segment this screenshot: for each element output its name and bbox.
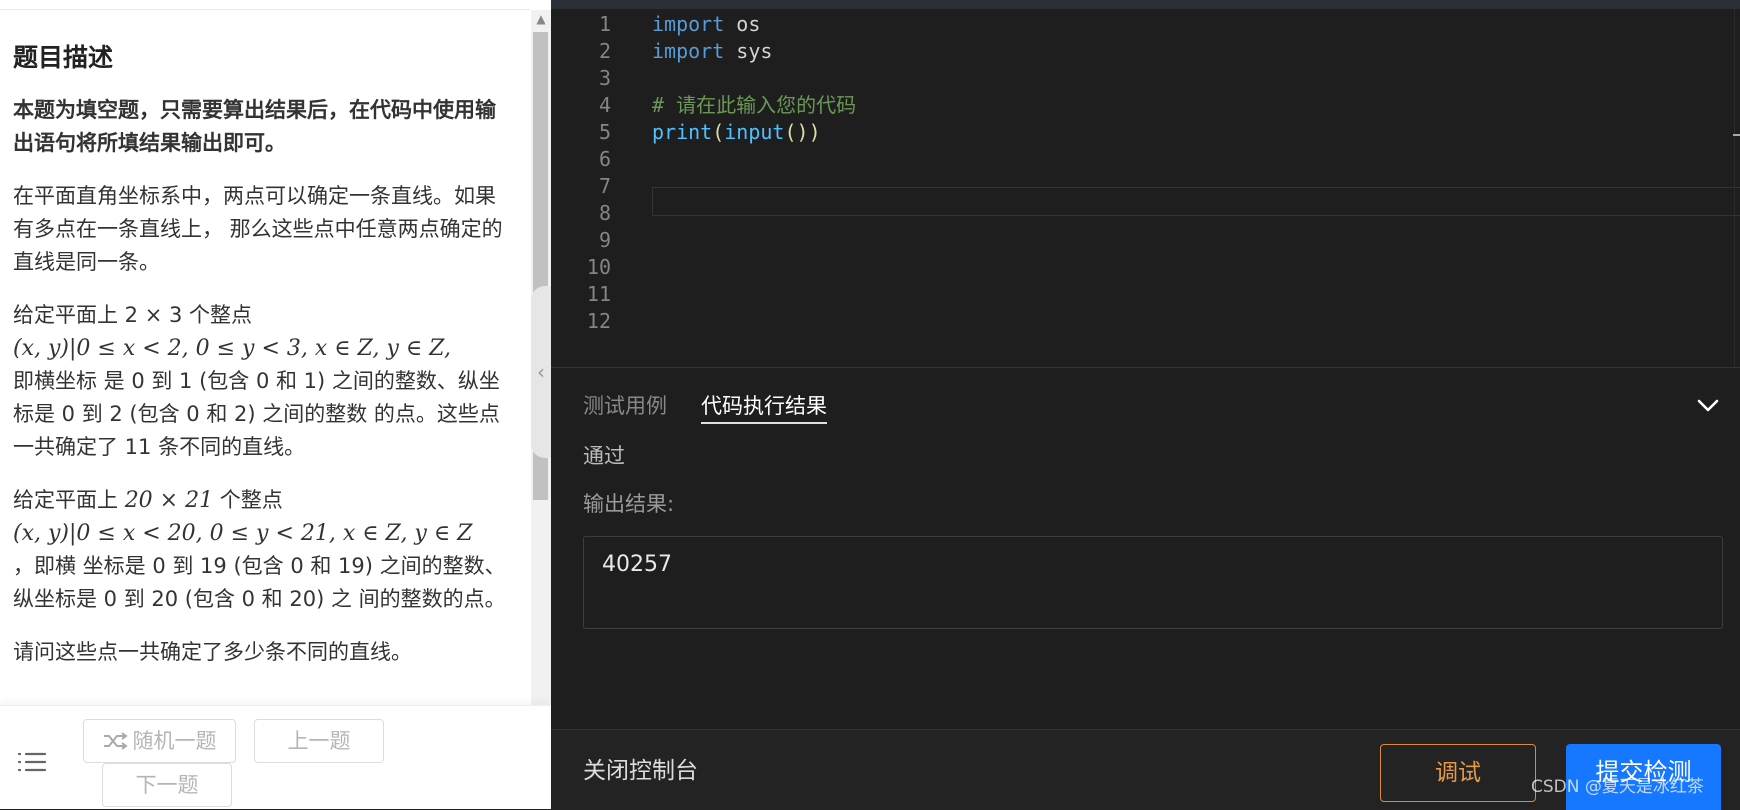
line-number: 4: [598, 93, 611, 117]
code-line[interactable]: 5 print(input()): [551, 117, 1740, 147]
problem-panel: 题目描述 本题为填空题，只需要算出结果后，在代码中使用输出语句将所填结果输出即可…: [0, 0, 551, 809]
code-line[interactable]: 4 # 请在此输入您的代码: [551, 90, 1740, 120]
code-text: import os: [652, 9, 760, 39]
code-line[interactable]: 3: [551, 63, 1740, 93]
line-number: 11: [586, 282, 611, 306]
code-token: import: [652, 12, 725, 36]
code-text: print(input()): [652, 117, 821, 147]
tab-testcase[interactable]: 测试用例: [583, 390, 667, 422]
shuffle-icon: [103, 732, 128, 750]
scroll-up-arrow-icon[interactable]: ▲: [534, 12, 548, 26]
code-line[interactable]: 11: [551, 279, 1740, 309]
code-token: print: [652, 120, 713, 144]
code-line[interactable]: 8: [551, 198, 1740, 228]
problem-paragraph-2: 给定平面上 2 × 3 个整点 (x, y)|0 ≤ x < 2, 0 ≤ y …: [13, 299, 510, 464]
close-console-button[interactable]: 关闭控制台: [583, 755, 698, 787]
problem-nav-footer: 随机一题 上一题 下一题: [0, 705, 551, 809]
para2-intro: 给定平面上 2 × 3 个整点: [13, 303, 253, 327]
problem-paragraph-3: 给定平面上 20 × 21 个整点 (x, y)|0 ≤ x < 20, 0 ≤…: [13, 484, 510, 616]
code-token: import: [652, 39, 725, 63]
tab-execution-result[interactable]: 代码执行结果: [701, 390, 827, 424]
line-number: 12: [586, 309, 611, 333]
line-number: 2: [598, 39, 611, 63]
code-token: sys: [724, 39, 773, 63]
para3-intro-2: 个整点: [219, 488, 283, 512]
prev-problem-button[interactable]: 上一题: [254, 719, 384, 763]
code-editor[interactable]: 1 import os 2 import sys 3 4 # 请在此输入您的代码 5 print…: [551, 9, 1740, 367]
chevron-left-icon: ‹: [537, 360, 545, 384]
line-number: 5: [598, 120, 611, 144]
para3-text: ，即横 坐标是 0 到 19 (包含 0 和 19) 之间的整数、纵坐标是 0 …: [13, 554, 506, 611]
problem-paragraph-4: 请问这些点一共确定了多少条不同的直线。: [13, 640, 412, 664]
line-number: 9: [598, 228, 611, 252]
code-line[interactable]: 9: [551, 225, 1740, 255]
para2-math: (x, y)|0 ≤ x < 2, 0 ≤ y < 3, x ∈ Z, y ∈ …: [13, 336, 452, 361]
problem-notice: 本题为填空题，只需要算出结果后，在代码中使用输出语句将所填结果输出即可。: [13, 98, 496, 155]
code-line[interactable]: 2 import sys: [551, 36, 1740, 66]
line-number: 7: [598, 174, 611, 198]
para2-text: 即横坐标 是 0 到 1 (包含 0 和 1) 之间的整数、纵坐标是 0 到 2…: [13, 369, 500, 459]
code-token: ()): [784, 120, 821, 144]
chevron-down-icon[interactable]: [1695, 392, 1721, 418]
code-line[interactable]: 1 import os: [551, 9, 1740, 39]
para3-size: 20 × 21: [124, 488, 214, 513]
next-problem-button[interactable]: 下一题: [102, 763, 232, 807]
console-panel: 测试用例 代码执行结果 通过 输出结果: 40257: [551, 367, 1740, 730]
result-status: 通过: [583, 444, 625, 468]
code-line[interactable]: 6: [551, 144, 1740, 174]
list-icon[interactable]: [16, 750, 48, 778]
problem-paragraph-1: 在平面直角坐标系中，两点可以确定一条直线。如果有多点在一条直线上， 那么这些点中…: [13, 184, 503, 274]
editor-scroll-edge: [1734, 9, 1735, 367]
code-text: # 请在此输入您的代码: [652, 90, 856, 120]
editor-top-strip: [551, 0, 1740, 9]
debug-button[interactable]: 调试: [1380, 744, 1536, 802]
code-token: input: [724, 120, 785, 144]
para3-math: (x, y)|0 ≤ x < 20, 0 ≤ y < 21, x ∈ Z, y …: [13, 521, 473, 546]
code-line[interactable]: 12: [551, 306, 1740, 336]
top-divider: [0, 9, 530, 10]
problem-title: 题目描述: [13, 43, 114, 72]
line-number: 3: [598, 66, 611, 90]
code-token: (: [712, 120, 725, 144]
random-problem-label: 随机一题: [132, 729, 217, 753]
line-number: 1: [598, 12, 611, 36]
random-problem-button[interactable]: 随机一题: [83, 719, 236, 763]
csdn-watermark: CSDN @夏天是冰红茶: [1531, 777, 1704, 797]
line-number: 6: [598, 147, 611, 171]
code-token: # 请在此输入您的代码: [652, 93, 857, 117]
output-box: 40257: [583, 536, 1723, 629]
code-text: import sys: [652, 36, 772, 66]
overview-ruler-marker: [1733, 134, 1740, 136]
line-number: 10: [586, 255, 611, 279]
code-line[interactable]: 7: [551, 171, 1740, 201]
workspace: 1 import os 2 import sys 3 4 # 请在此输入您的代码 5 print…: [551, 0, 1740, 810]
collapse-panel-handle[interactable]: ‹: [531, 286, 551, 458]
para3-intro: 给定平面上: [13, 488, 118, 512]
problem-content: 题目描述 本题为填空题，只需要算出结果后，在代码中使用输出语句将所填结果输出即可…: [13, 38, 510, 705]
output-label: 输出结果:: [583, 492, 675, 516]
code-line[interactable]: 10: [551, 252, 1740, 282]
code-token: os: [724, 12, 761, 36]
line-number: 8: [598, 201, 611, 225]
